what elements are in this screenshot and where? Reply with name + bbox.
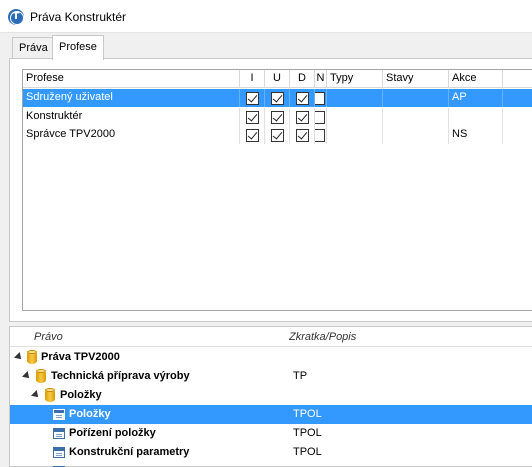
tab-profese[interactable]: Profese [52,35,104,60]
cell-akce[interactable]: AP [449,89,503,107]
col-header-u[interactable]: U [265,70,290,88]
tree-node[interactable]: Položky TPOL [10,405,532,424]
checkbox-d[interactable] [296,129,309,142]
grid-header: Profese I U D N Typy Stavy Akce [23,70,532,88]
col-header-stavy[interactable]: Stavy [383,70,449,88]
tree-node-label: Práva TPV2000 [41,351,120,363]
cell-i [240,126,265,144]
col-header-n[interactable]: N [315,70,327,88]
checkbox-u[interactable] [271,92,284,105]
cell-profese: Konstruktér [23,108,240,126]
cell-typy[interactable] [327,126,383,144]
rights-tree: Právo Zkratka/Popis Práva TPV2000 Techni… [9,326,532,467]
cell-n [315,89,327,107]
checkbox-i[interactable] [246,111,259,124]
cell-d [290,89,315,107]
app-logo-icon: T [8,9,24,25]
col-header-akce[interactable]: Akce [449,70,503,88]
checkbox-i[interactable] [246,92,259,105]
tree-node-abbr: TP [293,370,308,382]
checkbox-u[interactable] [271,129,284,142]
database-icon [27,350,37,364]
table-row[interactable]: Sdružený uživatel AP [23,89,532,107]
title-bar: T Práva Konstruktér [0,0,532,33]
form-icon [53,447,65,458]
tree-header: Právo Zkratka/Popis [10,327,532,347]
database-icon [36,369,46,383]
cell-d [290,108,315,126]
tree-node[interactable] [10,462,532,467]
cell-stavy[interactable] [383,108,449,126]
col-header-i[interactable]: I [240,70,265,88]
col-header-typy[interactable]: Typy [327,70,383,88]
cell-typy[interactable] [327,108,383,126]
checkbox-n[interactable] [315,129,325,142]
expand-arrow-icon[interactable] [22,371,32,381]
form-icon [53,428,65,439]
cell-stavy[interactable] [383,126,449,144]
checkbox-i[interactable] [246,129,259,142]
cell-profese: Správce TPV2000 [23,126,240,144]
tree-node[interactable]: Pořízení položky TPOL [10,424,532,443]
expand-arrow-icon[interactable] [14,352,24,362]
tab-strip: Práva Profese [0,33,532,60]
expand-arrow-icon[interactable] [31,390,41,400]
cell-i [240,89,265,107]
database-icon [45,388,55,402]
tab-prava[interactable]: Práva [12,37,55,59]
cell-n [315,126,327,144]
cell-d [290,126,315,144]
checkbox-d[interactable] [296,92,309,105]
tree-node-label: Technická příprava výroby [51,370,190,382]
checkbox-n[interactable] [315,111,325,124]
tree-node-label: Položky [60,389,102,401]
checkbox-n[interactable] [315,92,325,105]
tree-node[interactable]: Technická příprava výroby TP [10,367,532,386]
tree-node-abbr: TPOL [293,446,322,458]
cell-u [265,108,290,126]
cell-u [265,89,290,107]
col-header-pravo[interactable]: Právo [34,331,63,343]
cell-stavy[interactable] [383,89,449,107]
tree-node-abbr: TPOL [293,408,322,420]
cell-n [315,108,327,126]
col-header-profese[interactable]: Profese [23,70,240,88]
cell-u [265,126,290,144]
col-header-zkratka[interactable]: Zkratka/Popis [289,331,356,343]
tree-node-abbr: TPOL [293,427,322,439]
form-icon [53,409,65,420]
window-title: Práva Konstruktér [30,10,127,24]
tree-node[interactable]: Práva TPV2000 [10,348,532,367]
tree-node[interactable]: Položky [10,386,532,405]
cell-akce[interactable]: NS [449,126,503,144]
cell-profese: Sdružený uživatel [23,89,240,107]
cell-typy[interactable] [327,89,383,107]
table-row[interactable]: Správce TPV2000 NS [23,126,532,144]
profese-grid: Profese I U D N Typy Stavy Akce Sdružený… [22,69,532,311]
table-row[interactable]: Konstruktér [23,108,532,126]
col-header-d[interactable]: D [290,70,315,88]
checkbox-u[interactable] [271,111,284,124]
tree-node-label: Položky [69,408,111,420]
checkbox-d[interactable] [296,111,309,124]
tree-node-label: Pořízení položky [69,427,156,439]
tree-node[interactable]: Konstrukční parametry TPOL [10,443,532,462]
cell-i [240,108,265,126]
tree-node-label: Konstrukční parametry [69,446,190,458]
cell-akce[interactable] [449,108,503,126]
